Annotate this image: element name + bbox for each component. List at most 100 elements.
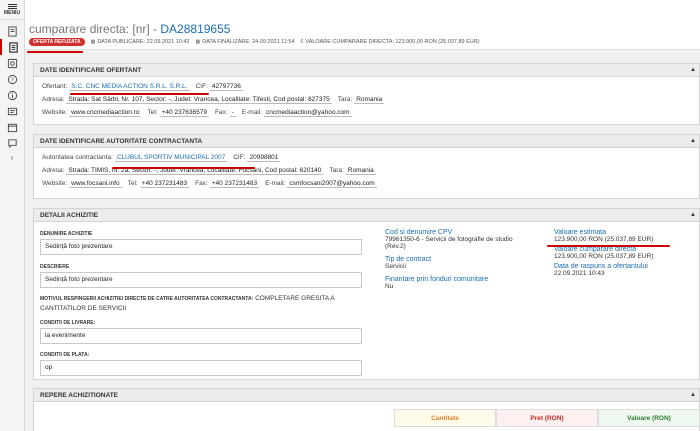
cpv-title: Cod si denumire CPV xyxy=(385,229,453,236)
section-title: REPERE ACHIZITIONATE xyxy=(40,391,119,399)
tara-label: Tara: xyxy=(329,167,344,174)
cif-value: 20998801 xyxy=(247,153,281,162)
fax-label: Fax: xyxy=(214,109,228,116)
catalog-icon[interactable] xyxy=(0,55,25,71)
purchase-value: € VALOARE CUMPARARE DIRECTA: 123.900,00 R… xyxy=(301,39,480,45)
tel-value: +40 237231483 xyxy=(139,179,190,188)
purchase-value-text: VALOARE CUMPARARE DIRECTA: 123.900,00 RO… xyxy=(305,39,480,45)
livrare-label: CONDITII DE LIVRARE: xyxy=(40,320,96,326)
descriere-label: DESCRIERE xyxy=(40,264,70,270)
cif-label: CIF: xyxy=(233,154,246,161)
contact-row: Website: www.focsani.info Tel: +40 23723… xyxy=(34,177,699,190)
detalii-right-column: Valoare estimata 123.900,00 RON (25.037,… xyxy=(554,229,699,277)
repere-table-header: Cantitate Pret (RON) Valoare (RON) xyxy=(394,409,700,427)
valoare-cumparare-title: Valoare cumparare directa xyxy=(554,246,636,253)
calendar-icon: ▦ xyxy=(90,39,96,45)
calendar-icon[interactable] xyxy=(0,119,25,135)
website-label: Website: xyxy=(42,109,68,116)
livrare-field: la evenimente xyxy=(40,328,362,344)
email-value[interactable]: csmfocsani2007@yahoo.com xyxy=(287,180,377,188)
website-value[interactable]: www.focsani.info xyxy=(69,180,122,188)
list-document-icon[interactable] xyxy=(0,39,25,55)
tel-label: Tel: xyxy=(127,180,138,187)
motiv-label: MOTIVUL RESPINGERII ACHIZITIEI DIRECTE D… xyxy=(40,296,254,302)
menu-label: MENIU xyxy=(3,10,21,16)
repere-section-header[interactable]: REPERE ACHIZITIONATE ▲ xyxy=(34,389,699,402)
contact-row: Website: www.cncmediaaction.ro Tel: +40 … xyxy=(34,106,699,119)
detalii-section: DETALII ACHIZITIE ▲ DENUMIRE ACHIZITIE S… xyxy=(33,208,700,380)
autoritate-label: Autoritatea contractanta: xyxy=(42,154,113,161)
euro-icon: € xyxy=(300,39,304,45)
repere-section: REPERE ACHIZITIONATE ▲ Cantitate Pret (R… xyxy=(33,388,700,431)
sidebar: MENIU ? › xyxy=(0,0,25,431)
plata-field: op xyxy=(40,360,362,376)
collapse-icon[interactable]: ▲ xyxy=(687,212,699,218)
data-raspuns-title: Data de raspuns a ofertantului xyxy=(554,263,648,270)
ofertant-label: Ofertant: xyxy=(42,83,68,90)
section-title: DATE IDENTIFICARE OFERTANT xyxy=(40,66,142,74)
section-title: DETALII ACHIZITIE xyxy=(40,211,99,219)
finantare-value: Nu xyxy=(385,283,394,290)
ofertant-row: Ofertant: S.C. CNC MEDIA ACTION S.R.L. S… xyxy=(34,80,699,93)
collapse-icon[interactable]: ▲ xyxy=(687,67,699,73)
ofertant-section-header[interactable]: DATE IDENTIFICARE OFERTANT ▲ xyxy=(34,64,699,77)
tip-value: Servicii xyxy=(385,263,406,270)
adresa-value: Strada: Sat Sârbi, Nr. 107, Sector: -, J… xyxy=(66,95,332,104)
tel-label: Tel: xyxy=(147,109,158,116)
help-icon[interactable]: ? xyxy=(0,71,25,87)
cpv-value: 79961350-6 - Servicii de fotografie de s… xyxy=(385,236,513,250)
detalii-left-column: DENUMIRE ACHIZITIE Sedință foto prezenta… xyxy=(40,231,362,376)
tara-value: Romania xyxy=(345,166,376,175)
detalii-section-header[interactable]: DETALII ACHIZITIE ▲ xyxy=(34,209,699,222)
title-prefix: cumparare directa: [nr] - xyxy=(29,22,161,36)
calendar-icon: ▦ xyxy=(195,39,201,45)
valoare-cumparare-value: 123.900,00 RON (25.037,89 EUR) xyxy=(554,253,654,260)
data-raspuns-value: 22.09.2021 10:43 xyxy=(554,270,605,277)
collapse-icon[interactable]: ▲ xyxy=(687,392,699,398)
underline-mark xyxy=(547,245,670,247)
plata-label: CONDITII DE PLATA: xyxy=(40,352,90,358)
publish-date: ▦ DATA PUBLICARE: 22.09.2021 10:42 xyxy=(91,39,190,45)
tip-title: Tip de contract xyxy=(385,256,432,263)
tara-label: Tara: xyxy=(337,96,353,103)
detalii-middle-column: Cod si denumire CPV 79961350-6 - Servici… xyxy=(385,229,535,290)
info-icon[interactable] xyxy=(0,87,25,103)
motiv-respingere: MOTIVUL RESPINGERII ACHIZITIEI DIRECTE D… xyxy=(40,294,362,314)
collapse-icon[interactable]: ▲ xyxy=(687,138,699,144)
email-label: E-mail: xyxy=(241,109,263,116)
finantare-title: Finantare prin fonduri comunitare xyxy=(385,276,489,283)
valoare-estimata-title: Valoare estimata xyxy=(554,229,607,236)
header-meta: OFERTA REFUZATA ▦ DATA PUBLICARE: 22.09.2… xyxy=(29,38,700,46)
autoritate-row: Autoritatea contractanta: CLUBUL SPORTIV… xyxy=(34,151,699,164)
tara-value: Romania xyxy=(354,95,385,104)
svg-text:?: ? xyxy=(11,77,14,83)
fax-value: +40 237231483 xyxy=(209,179,260,188)
autoritate-value[interactable]: CLUBUL SPORTIV MUNICIPAL 2007 xyxy=(114,154,228,162)
fax-label: Fax: xyxy=(195,180,208,187)
chat-icon[interactable] xyxy=(0,135,25,151)
publish-date-text: DATA PUBLICARE: 22.09.2021 10:42 xyxy=(97,39,190,45)
chevron-right-icon[interactable]: › xyxy=(0,153,24,162)
cif-value: 42797736 xyxy=(209,82,243,91)
main-content: cumparare directa: [nr] - DA28819655 OFE… xyxy=(25,0,700,431)
id-card-icon[interactable] xyxy=(0,103,25,119)
autoritate-section-header[interactable]: DATE IDENTIFICARE AUTORITATE CONTRACTANT… xyxy=(34,135,699,148)
top-bar xyxy=(25,0,700,20)
adresa-row: Adresa: Strada: TIMIS, nr. 2a, Sector: -… xyxy=(34,164,699,177)
status-badge: OFERTA REFUZATA xyxy=(29,38,85,46)
denumire-label: DENUMIRE ACHIZITIE xyxy=(40,231,93,237)
col-pret: Pret (RON) xyxy=(496,409,598,427)
website-value[interactable]: www.cncmediaaction.ro xyxy=(69,109,142,117)
cif-label: CIF: xyxy=(195,83,208,90)
adresa-label: Adresa: xyxy=(42,96,65,103)
menu-button[interactable]: MENIU xyxy=(0,0,24,20)
ofertant-value[interactable]: S.C. CNC MEDIA ACTION S.R.L. S.R.L. xyxy=(69,83,190,91)
hamburger-icon xyxy=(7,4,17,9)
email-value[interactable]: cncmediaaction@yahoo.com xyxy=(264,109,352,117)
underline-mark xyxy=(112,167,255,169)
col-cantitate: Cantitate xyxy=(394,409,496,427)
section-title: DATE IDENTIFICARE AUTORITATE CONTRACTANT… xyxy=(40,137,203,145)
page-header: cumparare directa: [nr] - DA28819655 OFE… xyxy=(25,20,700,50)
document-icon[interactable] xyxy=(0,23,25,39)
website-label: Website: xyxy=(42,180,68,187)
